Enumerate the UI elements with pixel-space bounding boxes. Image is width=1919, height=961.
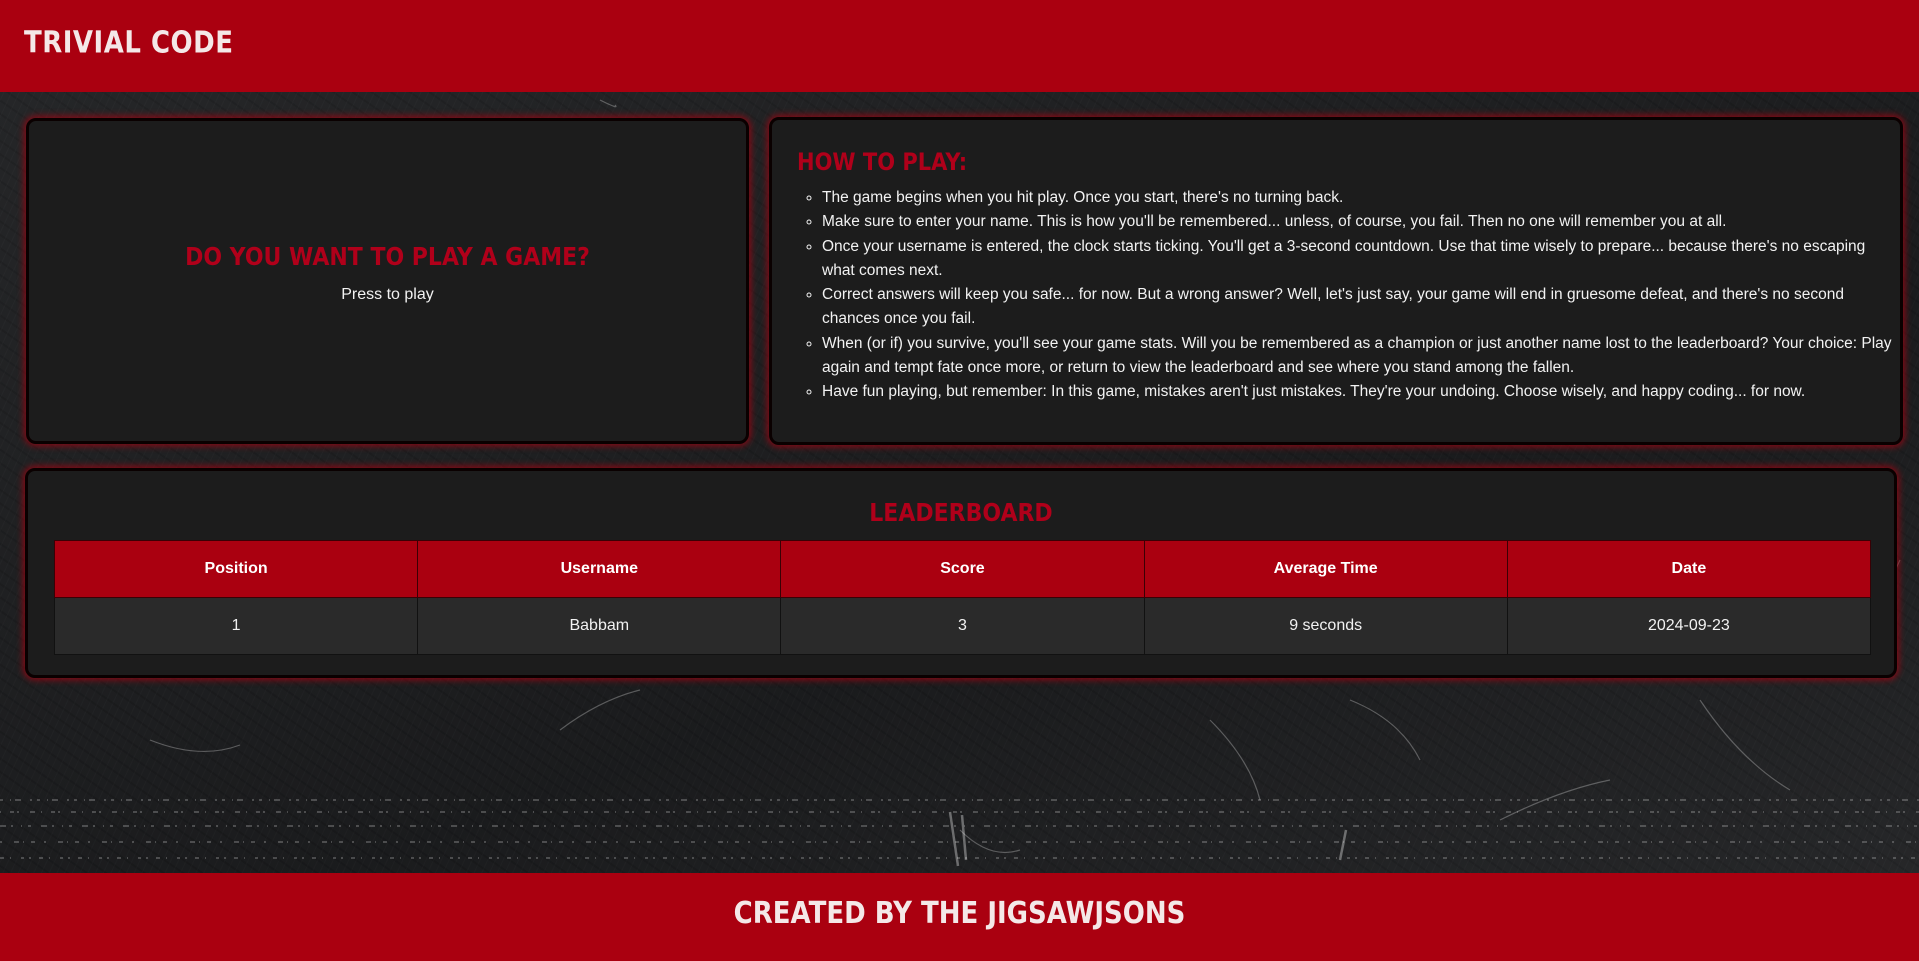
play-heading: Do you want to play a game?: [185, 243, 590, 272]
cell-average-time: 9 seconds: [1143, 597, 1508, 655]
rules-list: The game begins when you hit play. Once …: [796, 186, 1902, 405]
column-header-position: Position: [53, 540, 419, 598]
play-panel: Do you want to play a game? Press to pla…: [26, 118, 749, 444]
table-row: 1 Babbam 3 9 seconds 2024-09-23: [53, 597, 1872, 655]
rule-item: Correct answers will keep you safe... fo…: [822, 283, 1902, 332]
play-button[interactable]: Press to play: [318, 286, 458, 304]
column-header-average-time: Average Time: [1143, 540, 1508, 598]
rule-item: Have fun playing, but remember: In this …: [822, 380, 1902, 404]
rule-item: Make sure to enter your name. This is ho…: [822, 210, 1902, 234]
site-header: Trivial Code: [0, 0, 1919, 92]
rule-item: Once your username is entered, the clock…: [822, 235, 1902, 284]
rule-item: When (or if) you survive, you'll see you…: [822, 332, 1902, 381]
leaderboard-panel: Leaderboard Position Username Score Aver…: [25, 468, 1897, 678]
how-to-play-heading: How to play:: [797, 148, 968, 176]
cell-date: 2024-09-23: [1506, 597, 1872, 655]
leaderboard-table: Position Username Score Average Time Dat…: [53, 540, 1872, 655]
footer-credit: Created by the JigsawJSONs: [733, 896, 1186, 932]
leaderboard-heading: Leaderboard: [869, 499, 1053, 528]
how-to-play-panel: How to play: The game begins when you hi…: [769, 117, 1903, 445]
site-title: Trivial Code: [24, 26, 234, 61]
cell-score: 3: [780, 597, 1145, 655]
site-footer: Created by the JigsawJSONs: [0, 873, 1919, 961]
column-header-username: Username: [417, 540, 782, 598]
column-header-date: Date: [1506, 540, 1872, 598]
rule-item: The game begins when you hit play. Once …: [822, 186, 1902, 210]
table-header-row: Position Username Score Average Time Dat…: [53, 540, 1872, 598]
cell-position: 1: [53, 597, 419, 655]
cell-username: Babbam: [417, 597, 782, 655]
column-header-score: Score: [780, 540, 1145, 598]
